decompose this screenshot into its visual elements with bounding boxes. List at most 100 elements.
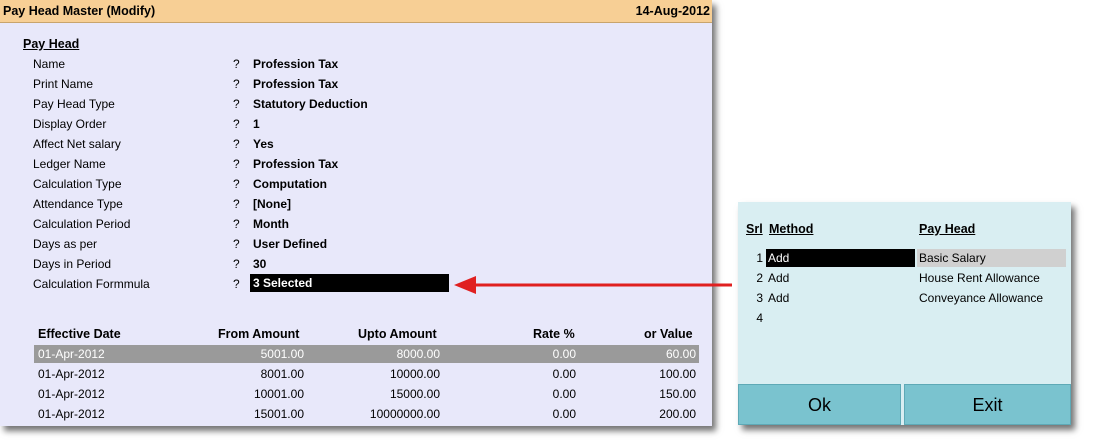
field-value[interactable]: Yes [253,137,274,151]
pay-head-master-window: Pay Head Master (Modify) 14-Aug-2012 Pay… [0,0,712,426]
row-srl: 2 [756,271,763,285]
field-calculation-type[interactable]: Calculation Type ? Computation [0,177,712,197]
calculation-formula-input[interactable]: 3 Selected [250,274,449,292]
cell-from-amount: 8001.00 [260,367,304,381]
formula-row[interactable]: 4 [738,309,1071,327]
cell-value: 60.00 [665,347,696,361]
cell-effective-date: 01-Apr-2012 [38,347,105,361]
field-value[interactable]: Profession Tax [253,57,338,71]
field-attendance-type[interactable]: Attendance Type ? [None] [0,197,712,217]
cell-upto-amount: 15000.00 [389,387,440,401]
field-affect-net-salary[interactable]: Affect Net salary ? Yes [0,137,712,157]
arrow-head [454,276,476,294]
annotation-arrow [454,276,732,294]
field-label: Calculation Formmula [33,277,150,291]
method-value[interactable]: Add [768,271,789,285]
cell-upto-amount: 10000000.00 [369,407,440,421]
table-row[interactable]: 01-Apr-2012 15001.00 10000000.00 0.00 20… [34,405,699,423]
field-value[interactable]: Profession Tax [253,77,338,91]
cell-rate: 0.00 [552,387,576,401]
cell-effective-date: 01-Apr-2012 [38,367,105,381]
window-title: Pay Head Master (Modify) [3,4,156,18]
field-value[interactable]: 1 [253,117,260,131]
field-label: Days in Period [33,257,112,271]
field-separator: ? [233,77,240,91]
table-row[interactable]: 01-Apr-2012 8001.00 10000.00 0.00 100.00 [34,365,699,383]
formula-row[interactable]: 1 Add Basic Salary [738,249,1071,267]
field-separator: ? [233,277,240,291]
column-header-pay-head: Pay Head [919,222,976,236]
field-calculation-period[interactable]: Calculation Period ? Month [0,217,712,237]
current-date: 14-Aug-2012 [635,4,710,18]
field-display-order[interactable]: Display Order ? 1 [0,117,712,137]
formula-row[interactable]: 2 Add House Rent Allowance [738,269,1071,287]
field-separator: ? [233,197,240,211]
field-label: Ledger Name [33,157,106,171]
field-separator: ? [233,97,240,111]
table-row[interactable]: 01-Apr-2012 5001.00 8000.00 0.00 60.00 [34,345,699,363]
cell-from-amount: 10001.00 [253,387,304,401]
method-input[interactable]: Add [766,249,915,267]
cell-effective-date: 01-Apr-2012 [38,407,105,421]
column-header-upto-amount: Upto Amount [358,327,437,341]
field-label: Days as per [33,237,98,251]
formula-subform: Srl Method Pay Head 1 Add Basic Salary 2… [738,202,1071,425]
field-label: Name [33,57,66,71]
field-separator: ? [233,157,240,171]
cell-value: 100.00 [659,367,696,381]
field-separator: ? [233,137,240,151]
field-separator: ? [233,117,240,131]
pay-head-value[interactable]: House Rent Allowance [919,271,1040,285]
cell-from-amount: 15001.00 [253,407,304,421]
table-row[interactable]: 01-Apr-2012 10001.00 15000.00 0.00 150.0… [34,385,699,403]
row-srl: 4 [756,311,763,325]
field-value[interactable]: 30 [253,257,266,271]
section-title: Pay Head [23,37,80,51]
pay-head-value[interactable]: Conveyance Allowance [919,291,1043,305]
field-separator: ? [233,57,240,71]
column-header-value: or Value [644,327,693,341]
field-label: Calculation Period [33,217,131,231]
cell-rate: 0.00 [552,407,576,421]
cell-upto-amount: 10000.00 [389,367,440,381]
field-days-as-per[interactable]: Days as per ? User Defined [0,237,712,257]
field-separator: ? [233,257,240,271]
cell-rate: 0.00 [552,367,576,381]
field-name[interactable]: Name ? Profession Tax [0,57,712,77]
field-print-name[interactable]: Print Name ? Profession Tax [0,77,712,97]
field-separator: ? [233,237,240,251]
field-label: Display Order [33,117,107,131]
field-label: Affect Net salary [33,137,121,151]
formula-row[interactable]: 3 Add Conveyance Allowance [738,289,1071,307]
button-bar: Ok Exit [738,384,1071,425]
field-label: Attendance Type [33,197,123,211]
field-value[interactable]: Profession Tax [253,157,338,171]
column-header-from-amount: From Amount [218,327,300,341]
field-label: Print Name [33,77,94,91]
field-value[interactable]: [None] [253,197,291,211]
column-header-method: Method [769,222,814,236]
field-value[interactable]: Month [253,217,289,231]
field-value[interactable]: Statutory Deduction [253,97,368,111]
field-separator: ? [233,217,240,231]
field-label: Pay Head Type [33,97,115,111]
column-header-srl: Srl [746,222,763,236]
pay-head-value[interactable]: Basic Salary [917,249,1066,267]
field-label: Calculation Type [33,177,122,191]
field-value[interactable]: Computation [253,177,327,191]
exit-button[interactable]: Exit [904,384,1071,425]
field-pay-head-type[interactable]: Pay Head Type ? Statutory Deduction [0,97,712,117]
field-separator: ? [233,177,240,191]
ok-button[interactable]: Ok [738,384,901,425]
cell-value: 150.00 [659,387,696,401]
cell-effective-date: 01-Apr-2012 [38,387,105,401]
column-header-rate: Rate % [533,327,575,341]
column-header-effective-date: Effective Date [38,327,121,341]
cell-upto-amount: 8000.00 [396,347,440,361]
cell-value: 200.00 [659,407,696,421]
method-value[interactable]: Add [768,291,789,305]
cell-from-amount: 5001.00 [260,347,304,361]
cell-rate: 0.00 [552,347,576,361]
field-ledger-name[interactable]: Ledger Name ? Profession Tax [0,157,712,177]
field-value[interactable]: User Defined [253,237,327,251]
